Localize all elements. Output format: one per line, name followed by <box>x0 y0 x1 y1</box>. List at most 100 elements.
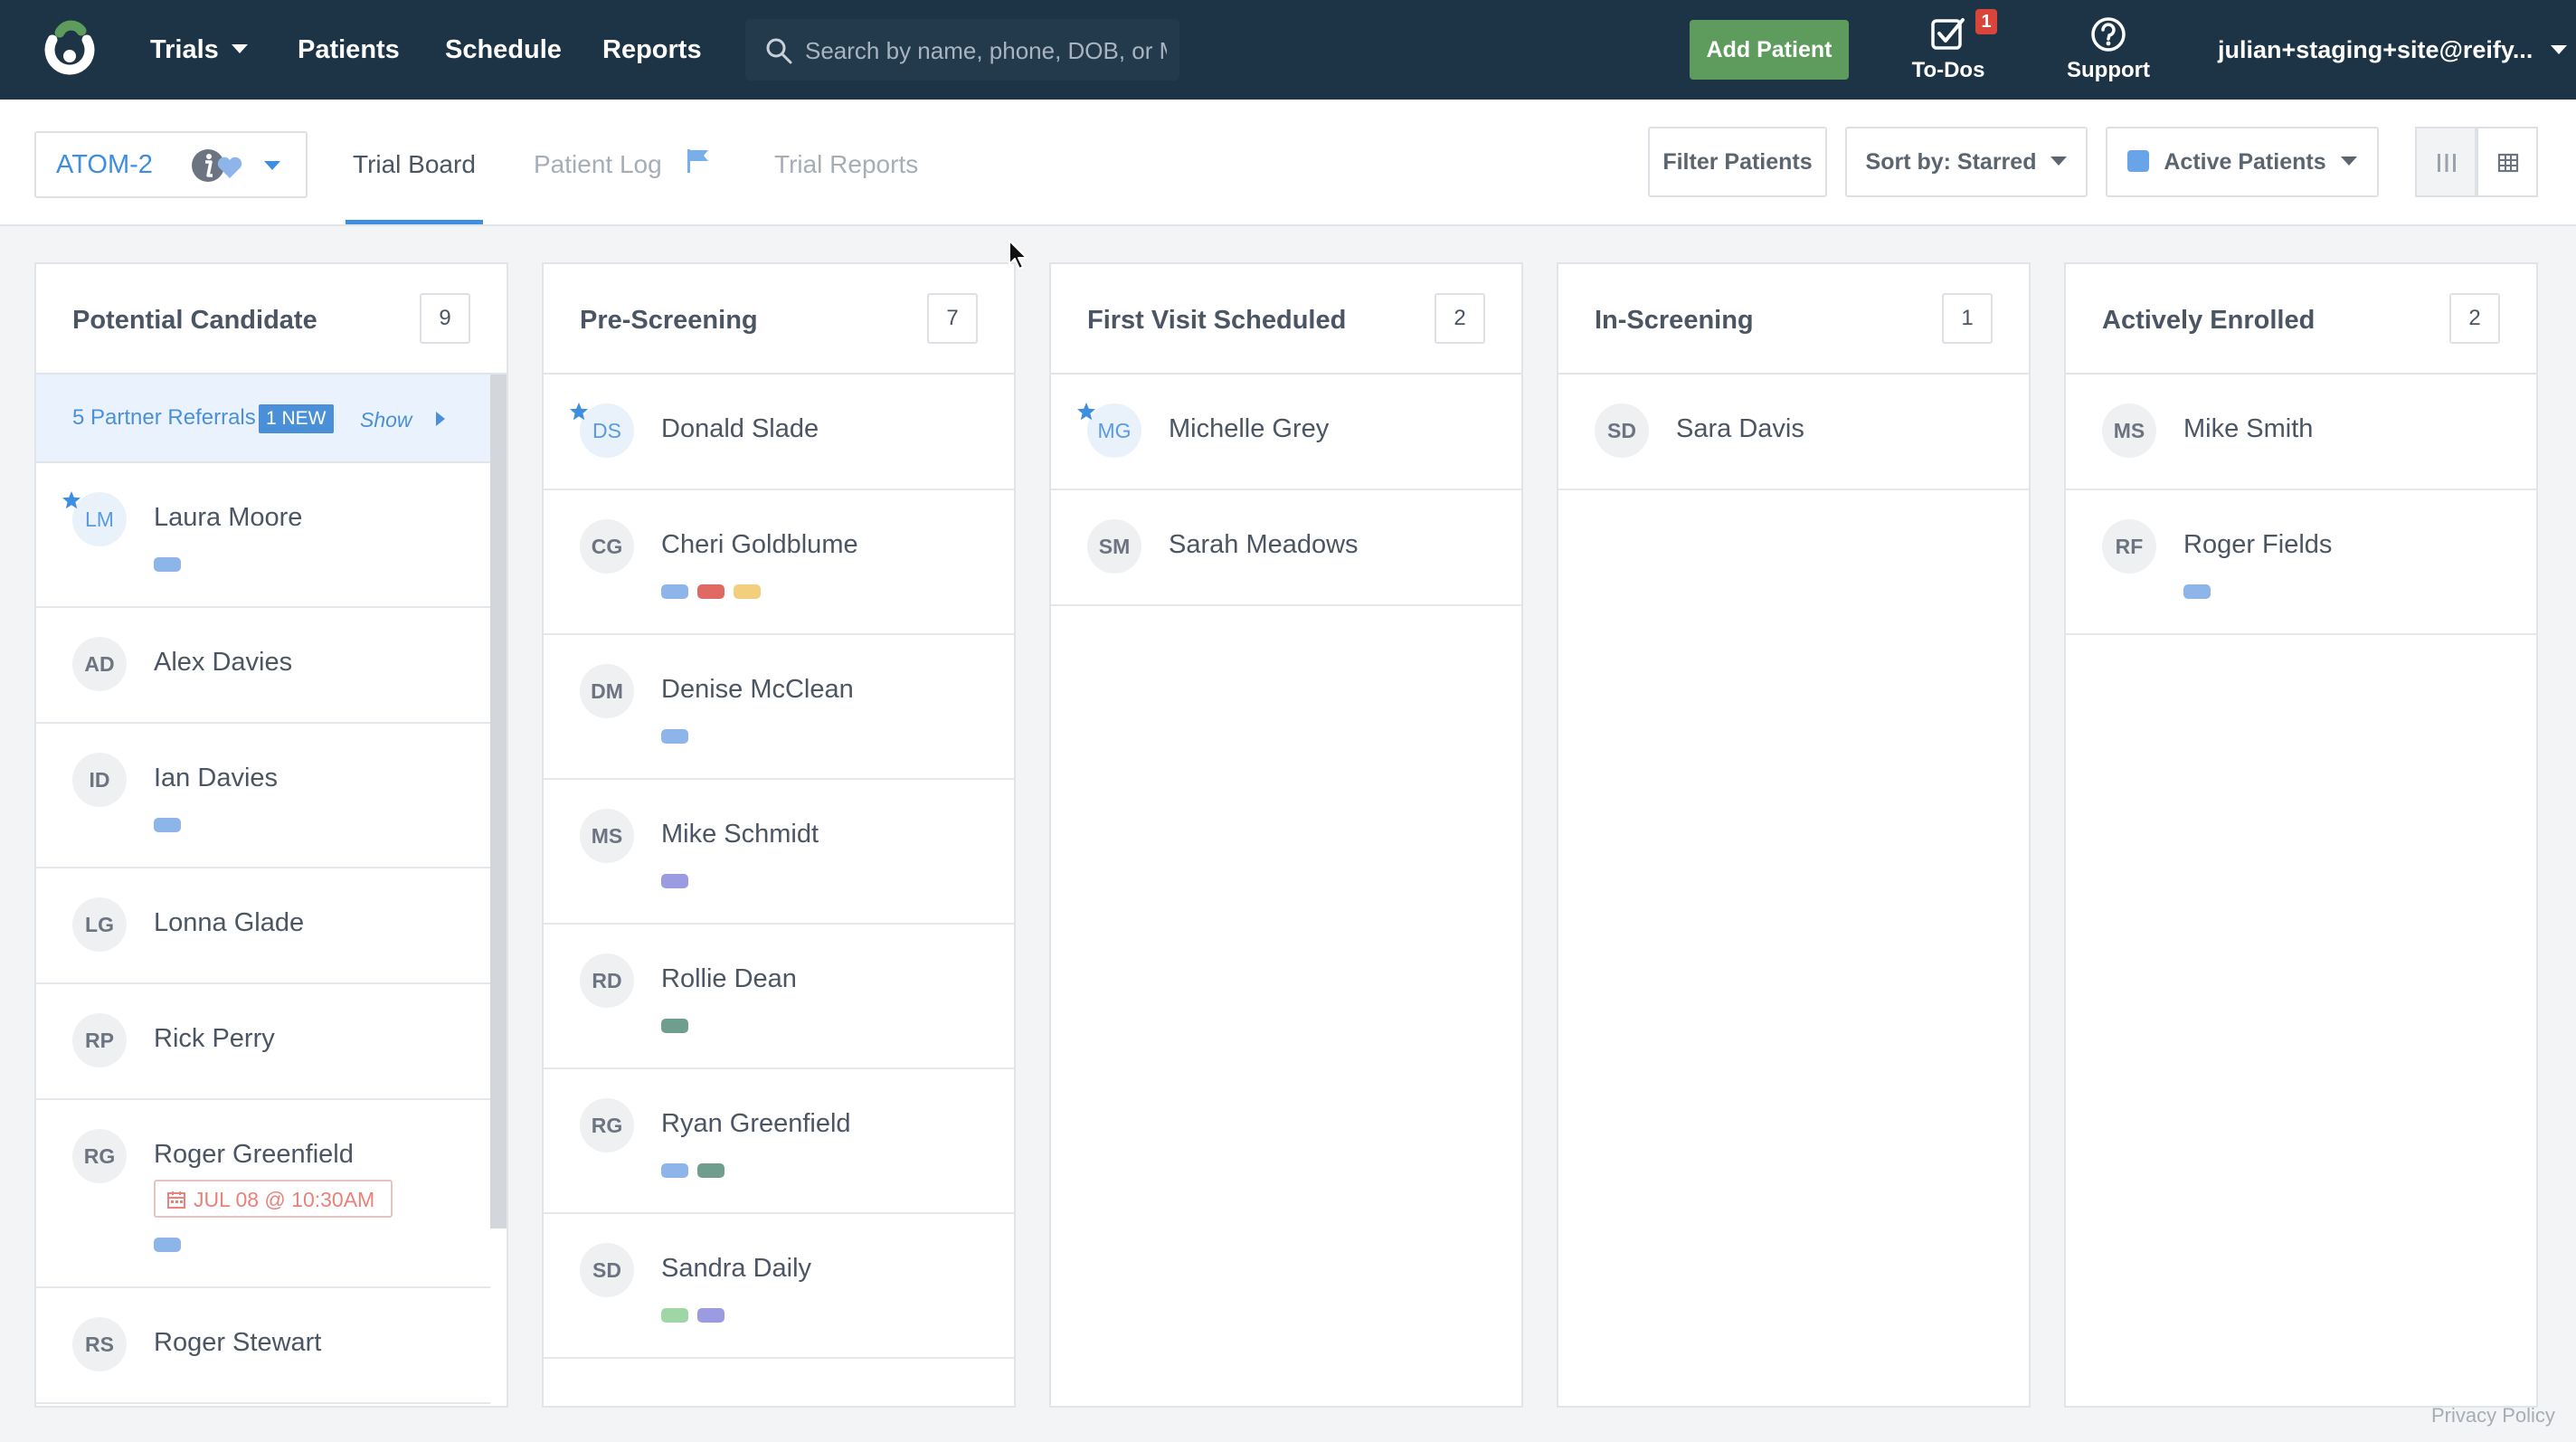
nav-trials[interactable]: Trials <box>150 0 248 100</box>
search-box <box>745 19 1179 82</box>
column-count-badge: 2 <box>1435 293 1485 344</box>
user-menu[interactable]: julian+staging+site@reify... <box>2218 0 2568 100</box>
new-referrals-badge: 1 NEW <box>259 404 334 433</box>
patient-card[interactable]: RG Ryan Greenfield <box>544 1069 1014 1214</box>
column-header: First Visit Scheduled 2 <box>1051 264 1521 375</box>
patient-card[interactable]: MS Mike Schmidt <box>544 780 1014 925</box>
patient-card[interactable]: RS Roger Stewart <box>36 1288 507 1404</box>
nav-patients[interactable]: Patients <box>298 0 400 100</box>
tag-list <box>2183 584 2220 599</box>
patient-card[interactable]: ID Ian Davies <box>36 724 507 868</box>
column-count-badge: 2 <box>2449 293 2500 344</box>
add-patient-button[interactable]: Add Patient <box>1690 20 1849 80</box>
tab-trial-board[interactable]: Trial Board <box>346 131 483 224</box>
patient-card[interactable]: MS Mike Smith <box>2066 375 2536 490</box>
patient-card[interactable]: DS Donald Slade <box>544 375 1014 490</box>
patient-name: Michelle Grey <box>1169 414 1330 443</box>
filter-patients-button[interactable]: Filter Patients <box>1648 127 1827 197</box>
column-title: Actively Enrolled <box>2102 306 2316 335</box>
sort-label: Sort by: Starred <box>1865 149 2037 175</box>
user-email: julian+staging+site@reify... <box>2218 36 2533 63</box>
top-navbar: Trials Patients Schedule Reports Add Pat… <box>0 0 2576 100</box>
patient-name: Ryan Greenfield <box>661 1109 851 1138</box>
patient-name: Roger Stewart <box>154 1328 322 1357</box>
patient-card[interactable]: CG Cheri Goldblume <box>544 490 1014 635</box>
tag-list <box>661 874 697 888</box>
tag-list <box>154 818 190 832</box>
avatar: CG <box>580 519 634 574</box>
checkbox-icon <box>1931 18 1965 50</box>
sort-dropdown[interactable]: Sort by: Starred <box>1845 127 2088 197</box>
column-header: Potential Candidate 9 <box>36 264 507 375</box>
board-view-toggle[interactable] <box>2415 127 2477 197</box>
patient-card[interactable]: LM Laura Moore <box>36 463 507 608</box>
trial-header: ATOM-2 Trial Board Patient Log Trial Rep… <box>0 100 2576 226</box>
app-logo-icon[interactable] <box>40 20 99 80</box>
patient-card[interactable]: RD Rollie Dean <box>544 925 1014 1069</box>
avatar: LG <box>72 897 127 952</box>
tag-teal <box>661 1019 688 1033</box>
tab-trial-reports[interactable]: Trial Reports <box>774 131 918 224</box>
tag-purple <box>697 1308 724 1323</box>
tag-list <box>661 584 770 599</box>
avatar: MS <box>2102 403 2156 458</box>
search-input[interactable] <box>803 19 1169 82</box>
patient-name: Cheri Goldblume <box>661 530 858 559</box>
partner-referrals-banner[interactable]: 5 Partner Referrals 1 NEW Show <box>36 375 507 463</box>
table-view-toggle[interactable] <box>2477 127 2538 197</box>
chevron-down-icon <box>231 44 248 54</box>
patient-card[interactable]: RF Roger Fields <box>2066 490 2536 635</box>
tag-blue <box>2183 584 2211 599</box>
patient-card[interactable]: SD Sandra Daily <box>544 1214 1014 1359</box>
trial-selector[interactable]: ATOM-2 <box>34 131 308 198</box>
patient-card[interactable]: AD Alex Davies <box>36 608 507 724</box>
star-icon[interactable] <box>62 490 81 510</box>
tag-list <box>154 1238 190 1252</box>
column-body: DS Donald Slade CG Cheri Goldblume DM Denise … <box>544 375 1014 1406</box>
patient-card[interactable]: DM Denise McClean <box>544 635 1014 780</box>
tag-list <box>661 1163 734 1178</box>
column-title: In-Screening <box>1595 306 1754 335</box>
avatar: RD <box>580 953 634 1008</box>
nav-schedule[interactable]: Schedule <box>445 0 562 100</box>
patient-name: Sarah Meadows <box>1169 530 1359 559</box>
patient-name: Alex Davies <box>154 648 293 677</box>
avatar: RP <box>72 1013 127 1067</box>
privacy-policy-link[interactable]: Privacy Policy <box>2431 1404 2555 1428</box>
show-referrals-link[interactable]: Show <box>360 375 412 465</box>
nav-reports[interactable]: Reports <box>602 0 702 100</box>
tab-patient-log[interactable]: Patient Log <box>534 131 712 224</box>
scrollbar-thumb[interactable] <box>490 375 507 1229</box>
avatar: SD <box>580 1243 634 1297</box>
support-button[interactable]: Support <box>2045 13 2172 90</box>
table-icon <box>2497 153 2519 173</box>
column-body: 5 Partner Referrals 1 NEW Show LM Laura Moor… <box>36 375 507 1406</box>
appointment-badge[interactable]: JUL 08 @ 10:30AM <box>154 1180 393 1218</box>
todos-label: To-Dos <box>1911 58 1985 82</box>
trial-name: ATOM-2 <box>56 150 153 179</box>
patient-name: Mike Smith <box>2183 414 2314 443</box>
chevron-right-icon <box>436 412 445 426</box>
nav-trials-label: Trials <box>150 35 219 64</box>
star-icon[interactable] <box>569 402 589 422</box>
column-body: MS Mike Smith RF Roger Fields <box>2066 375 2536 1406</box>
patient-status-dropdown[interactable]: Active Patients <box>2106 127 2379 197</box>
star-icon[interactable] <box>1076 402 1096 422</box>
patient-card[interactable]: MG Michelle Grey <box>1051 375 1521 490</box>
todos-count-badge: 1 <box>1975 9 1997 34</box>
patient-name: Rollie Dean <box>661 964 797 993</box>
column-body: MG Michelle Grey SM Sarah Meadows <box>1051 375 1521 1406</box>
tag-blue <box>154 818 181 832</box>
patient-card[interactable]: RG Roger Greenfield JUL 08 @ 10:30AM <box>36 1100 507 1288</box>
patient-card[interactable]: LG Lonna Glade <box>36 868 507 984</box>
patient-card[interactable]: SD Sara Davis <box>1558 375 2029 490</box>
patient-card[interactable]: RP Rick Perry <box>36 984 507 1100</box>
patient-card[interactable]: SM Sarah Meadows <box>1051 490 1521 606</box>
column-header: In-Screening 1 <box>1558 264 2029 375</box>
board-column: Actively Enrolled 2 MS Mike Smith RF Roger Fi… <box>2064 262 2538 1408</box>
appointment-time: JUL 08 @ 10:30AM <box>194 1188 375 1211</box>
chevron-down-icon <box>2551 44 2568 54</box>
patient-name: Ian Davies <box>154 764 279 792</box>
board-column: Pre-Screening 7 DS Donald Slade CG Cheri Gold… <box>542 262 1016 1408</box>
tag-list <box>661 1019 697 1033</box>
